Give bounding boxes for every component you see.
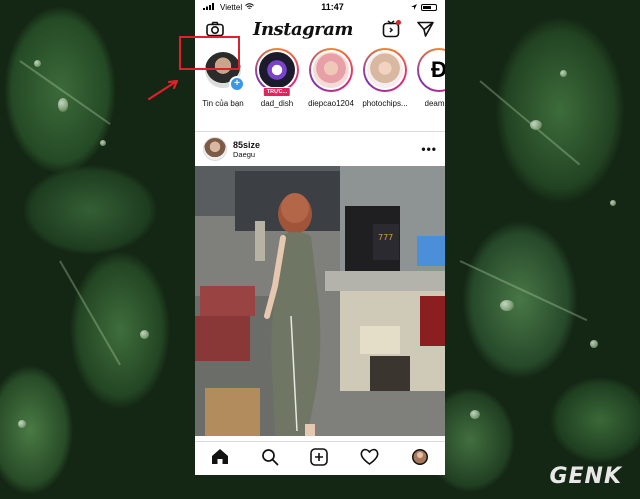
avatar	[365, 50, 405, 90]
battery-icon	[421, 3, 437, 11]
story-name: deamnn	[424, 99, 445, 108]
story-name: photochips...	[362, 99, 408, 108]
genk-watermark: GENK	[549, 464, 622, 489]
add-post-icon[interactable]	[310, 447, 329, 471]
avatar	[257, 50, 297, 90]
profile-icon[interactable]	[411, 448, 429, 471]
paper-plane-icon	[416, 21, 434, 37]
story-name: Tin của bạn	[202, 99, 244, 108]
heart-icon[interactable]	[360, 448, 379, 470]
search-icon[interactable]	[261, 448, 279, 471]
story-item-photochips[interactable]: photochips...	[361, 48, 409, 131]
bottom-nav	[195, 441, 445, 475]
pointer-arrow-icon	[147, 79, 179, 101]
story-ring: Đ	[417, 48, 445, 92]
avatar: Đ	[419, 50, 445, 90]
post-username[interactable]: 85size	[233, 140, 415, 150]
avatar[interactable]	[203, 137, 227, 161]
clock: 11:47	[321, 2, 344, 12]
status-bar: Viettel 11:47	[195, 0, 445, 14]
post-location[interactable]: Daegu	[233, 150, 415, 159]
avatar	[311, 50, 351, 90]
story-ring: TRỰC...	[255, 48, 299, 97]
direct-message-button[interactable]	[415, 19, 435, 39]
story-ring	[309, 48, 353, 92]
story-item-dad-dish[interactable]: TRỰC... dad_dish	[253, 48, 301, 131]
live-badge: TRỰC...	[262, 87, 292, 97]
story-ring	[363, 48, 407, 92]
story-item-deamnn[interactable]: Đ deamnn	[415, 48, 445, 131]
igtv-button[interactable]	[381, 19, 401, 39]
more-options-icon[interactable]: •••	[421, 142, 437, 156]
home-icon[interactable]	[211, 448, 229, 470]
location-icon	[411, 3, 417, 12]
camera-icon	[206, 21, 224, 37]
photo-scene: 777	[195, 166, 445, 436]
story-name: dad_dish	[260, 99, 294, 108]
add-story-badge[interactable]: +	[229, 76, 245, 92]
signal-icon	[203, 2, 217, 12]
camera-highlight-box	[179, 36, 240, 70]
wifi-icon	[245, 2, 254, 12]
story-item-diepcao[interactable]: diepcao1204	[307, 48, 355, 131]
instagram-logo: Instagram	[253, 18, 353, 40]
post-photo[interactable]: 777	[195, 166, 445, 436]
post-header: 85size Daegu •••	[195, 132, 445, 166]
carrier-name: Viettel	[220, 2, 243, 12]
phone-screen: Viettel 11:47 Instagram + Tin của bạn TR…	[195, 0, 445, 475]
story-name: diepcao1204	[308, 99, 354, 108]
svg-text:777: 777	[378, 233, 393, 242]
notification-dot	[396, 20, 401, 25]
